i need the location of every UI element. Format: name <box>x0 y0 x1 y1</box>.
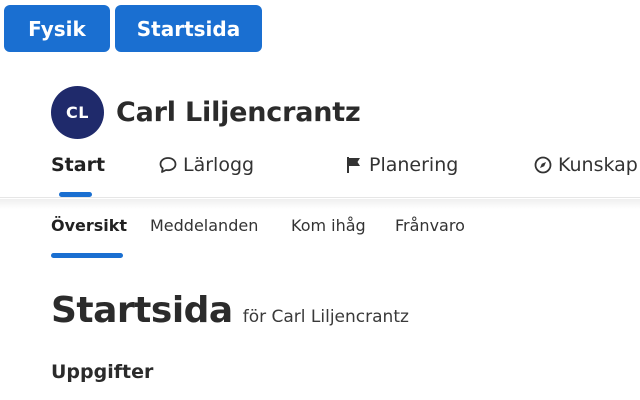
subtab-meddelanden[interactable]: Meddelanden <box>150 216 258 235</box>
tab-kunskap[interactable]: Kunskap <box>533 154 638 176</box>
tab-larlogg-label: Lärlogg <box>183 154 255 176</box>
page-heading: Startsida för Carl Liljencrantz <box>51 290 409 331</box>
profile-name: Carl Liljencrantz <box>116 97 361 128</box>
flag-icon <box>347 157 360 173</box>
speech-bubble-icon <box>159 157 177 173</box>
active-tab-indicator <box>59 192 92 197</box>
subtab-franvaro[interactable]: Frånvaro <box>395 216 465 235</box>
nav-divider <box>0 199 640 209</box>
startsida-button[interactable]: Startsida <box>115 5 262 52</box>
page-subtitle: för Carl Liljencrantz <box>242 307 409 327</box>
top-button-bar: Fysik Startsida <box>4 5 262 52</box>
active-subtab-indicator <box>51 253 123 258</box>
subtab-oversikt[interactable]: Översikt <box>51 216 127 235</box>
profile-header: CL Carl Liljencrantz <box>51 86 361 139</box>
tab-planering-label: Planering <box>369 154 459 176</box>
subtab-kom-ihag[interactable]: Kom ihåg <box>291 216 366 235</box>
tab-larlogg[interactable]: Lärlogg <box>158 154 254 176</box>
tab-start[interactable]: Start <box>51 154 105 176</box>
subject-fysik-button[interactable]: Fysik <box>4 5 110 52</box>
main-nav: Start Lärlogg Planering Kunskap <box>0 150 640 198</box>
compass-icon <box>534 156 552 174</box>
avatar[interactable]: CL <box>51 86 104 139</box>
tab-planering[interactable]: Planering <box>344 154 458 176</box>
section-heading-uppgifter: Uppgifter <box>51 361 154 383</box>
tab-start-label: Start <box>51 154 106 176</box>
page-title: Startsida <box>51 290 233 331</box>
tab-kunskap-label: Kunskap <box>558 154 638 176</box>
